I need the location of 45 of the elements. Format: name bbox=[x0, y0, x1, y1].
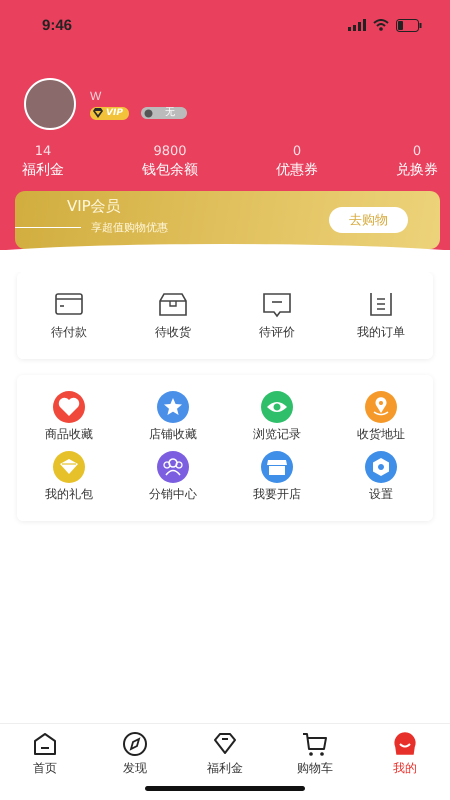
user-name: W bbox=[90, 88, 102, 102]
eye-icon bbox=[261, 391, 293, 423]
stat-label[interactable]: 钱包余额 bbox=[142, 161, 198, 179]
cart-icon bbox=[301, 730, 329, 758]
status-time: 9:46 bbox=[42, 16, 72, 34]
service-item[interactable]: 浏览记录 bbox=[225, 391, 329, 443]
compass-icon bbox=[121, 730, 149, 758]
service-item[interactable]: 我的礼包 bbox=[17, 451, 121, 503]
service-item[interactable]: 设置 bbox=[329, 451, 433, 503]
gem-icon bbox=[53, 451, 85, 483]
comment-icon bbox=[261, 290, 293, 318]
level-label: 无 bbox=[164, 107, 175, 119]
box-icon bbox=[157, 290, 189, 318]
location-pin-icon bbox=[365, 391, 397, 423]
service-item[interactable]: 收货地址 bbox=[329, 391, 433, 443]
battery-icon bbox=[396, 18, 422, 32]
service-item[interactable]: 店铺收藏 bbox=[121, 391, 225, 443]
vip-label: VIP bbox=[106, 108, 123, 118]
stat-label[interactable]: 兑换券 bbox=[396, 161, 438, 179]
tab-item[interactable]: 福利金 bbox=[190, 730, 260, 778]
order-item[interactable]: 待收货 bbox=[121, 290, 225, 341]
wifi-icon bbox=[373, 19, 389, 31]
order-item[interactable]: 我的订单 bbox=[329, 290, 433, 341]
level-dot-icon bbox=[144, 108, 153, 118]
service-item[interactable]: 分销中心 bbox=[121, 451, 225, 503]
tab-item[interactable]: 首页 bbox=[10, 730, 80, 778]
settings-icon bbox=[365, 451, 397, 483]
home-icon bbox=[31, 730, 59, 758]
avatar[interactable] bbox=[24, 78, 76, 130]
service-item[interactable]: 我要开店 bbox=[225, 451, 329, 503]
card-icon bbox=[53, 290, 85, 318]
vip-title: VIP会员 bbox=[67, 197, 122, 216]
tab-item[interactable]: 发现 bbox=[100, 730, 170, 778]
service-item[interactable]: 商品收藏 bbox=[17, 391, 121, 443]
people-icon bbox=[157, 451, 189, 483]
decor-line bbox=[15, 227, 81, 228]
tab-item[interactable]: 我的 bbox=[370, 730, 440, 778]
order-item[interactable]: 待付款 bbox=[17, 290, 121, 341]
order-item[interactable]: 待评价 bbox=[225, 290, 329, 341]
stat-label[interactable]: 福利金 bbox=[22, 161, 64, 179]
storefront-icon bbox=[261, 451, 293, 483]
stat-label[interactable]: 优惠券 bbox=[276, 161, 318, 179]
tab-item[interactable]: 购物车 bbox=[280, 730, 350, 778]
signal-icon bbox=[348, 19, 366, 31]
vip-subtitle: 享超值购物优惠 bbox=[91, 220, 168, 235]
